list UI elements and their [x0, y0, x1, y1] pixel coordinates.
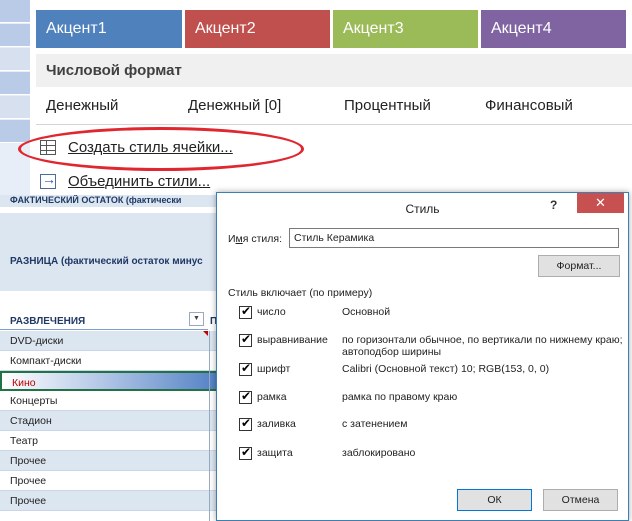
font-checkbox[interactable] — [239, 361, 252, 376]
border-checkbox[interactable] — [239, 389, 252, 404]
difference-label: РАЗНИЦА (фактический остаток минус — [10, 256, 203, 267]
merge-styles-command[interactable]: Объединить стили... — [40, 169, 210, 193]
difference-band: РАЗНИЦА (фактический остаток минус — [0, 213, 225, 291]
format-button[interactable]: Формат... — [538, 255, 620, 277]
row-label: Прочее — [10, 475, 47, 487]
protection-checkbox[interactable] — [239, 445, 252, 460]
style-currency[interactable]: Денежный — [46, 97, 118, 114]
table-row[interactable]: DVD-диски — [0, 331, 225, 351]
option-name: заливка — [257, 418, 296, 430]
table-row[interactable]: Концерты — [0, 391, 225, 411]
comment-indicator-icon — [203, 331, 208, 336]
close-icon[interactable]: ✕ — [577, 193, 624, 213]
edge-cell — [0, 96, 30, 119]
edge-cell — [0, 48, 30, 71]
style-accent2[interactable]: Акцент2 — [185, 10, 330, 48]
option-name: защита — [257, 447, 293, 459]
style-includes-title: Стиль включает (по примеру) — [228, 287, 373, 299]
merge-styles-label: Объединить стили... — [68, 172, 211, 190]
style-accent1[interactable]: Акцент1 — [36, 10, 182, 48]
table-row[interactable]: Театр — [0, 431, 225, 451]
cancel-button[interactable]: Отмена — [543, 489, 618, 511]
style-accent3[interactable]: Акцент3 — [333, 10, 478, 48]
option-desc: рамка по правому краю — [342, 391, 458, 403]
help-icon[interactable]: ? — [550, 198, 557, 212]
option-name: рамка — [257, 391, 287, 403]
style-percent[interactable]: Процентный — [344, 97, 431, 114]
table-row[interactable]: Прочее — [0, 491, 225, 511]
row-label: DVD-диски — [10, 335, 64, 347]
number-checkbox[interactable] — [239, 304, 252, 319]
fill-checkbox[interactable] — [239, 416, 252, 431]
dialog-title: Стиль — [405, 202, 440, 216]
row-label: Концерты — [10, 395, 58, 407]
actual-balance-header: ФАКТИЧЕСКИЙ ОСТАТОК (фактически — [0, 195, 225, 207]
selected-cell[interactable]: Кино — [0, 371, 225, 391]
option-desc: Calibri (Основной текст) 10; RGB(153, 0,… — [342, 363, 550, 375]
style-accounting[interactable]: Финансовый — [485, 97, 573, 114]
style-accent4[interactable]: Акцент4 — [481, 10, 626, 48]
option-desc: по горизонтали обычное, по вертикали по … — [342, 334, 623, 358]
highlight-oval — [18, 127, 304, 171]
merge-styles-icon — [40, 171, 56, 189]
gallery-divider — [36, 124, 632, 125]
accent-styles-row: Акцент1 Акцент2 Акцент3 Акцент4 — [36, 10, 626, 48]
edge-cell — [0, 72, 30, 95]
row-label: Кино — [12, 377, 36, 389]
spreadsheet-fragment: ФАКТИЧЕСКИЙ ОСТАТОК (фактически РАЗНИЦА … — [0, 195, 225, 521]
row-label: Компакт-диски — [10, 355, 82, 367]
number-format-section-header: Числовой формат — [36, 54, 632, 87]
edge-cell — [0, 0, 30, 23]
table-row[interactable]: Прочее — [0, 451, 225, 471]
entertainment-rows: DVD-диски Компакт-диски Кино Концерты Ст… — [0, 331, 225, 511]
table-row[interactable]: Компакт-диски — [0, 351, 225, 371]
option-desc: заблокировано — [342, 447, 416, 459]
table-row[interactable]: Стадион — [0, 411, 225, 431]
row-label: Стадион — [10, 415, 52, 427]
style-dialog: Стиль ? ✕ Имя стиля: Формат... Стиль вкл… — [216, 192, 629, 521]
ok-button[interactable]: ОК — [457, 489, 532, 511]
cell-styles-gallery: Акцент1 Акцент2 Акцент3 Акцент4 Числовой… — [0, 0, 632, 195]
style-name-label: Имя стиля: — [228, 233, 283, 245]
option-desc: Основной — [342, 306, 391, 318]
alignment-checkbox[interactable] — [239, 332, 252, 347]
row-label: Театр — [10, 435, 38, 447]
filter-dropdown-icon[interactable]: ▼ — [189, 312, 204, 326]
option-desc: с затенением — [342, 418, 408, 430]
sheet-edge-strip — [0, 0, 30, 195]
row-label: Прочее — [10, 455, 47, 467]
row-label: Прочее — [10, 495, 47, 507]
table-row[interactable]: Прочее — [0, 471, 225, 491]
edge-cell — [0, 120, 30, 143]
entertainment-column-header: РАЗВЛЕЧЕНИЯ — [0, 310, 208, 330]
option-name: шрифт — [257, 363, 291, 375]
style-name-input[interactable] — [289, 228, 619, 248]
style-currency-0[interactable]: Денежный [0] — [188, 97, 281, 114]
edge-cell — [0, 24, 30, 47]
dialog-titlebar[interactable]: Стиль ? ✕ — [217, 193, 628, 223]
option-name: выравнивание — [257, 334, 328, 346]
option-name: число — [257, 306, 286, 318]
